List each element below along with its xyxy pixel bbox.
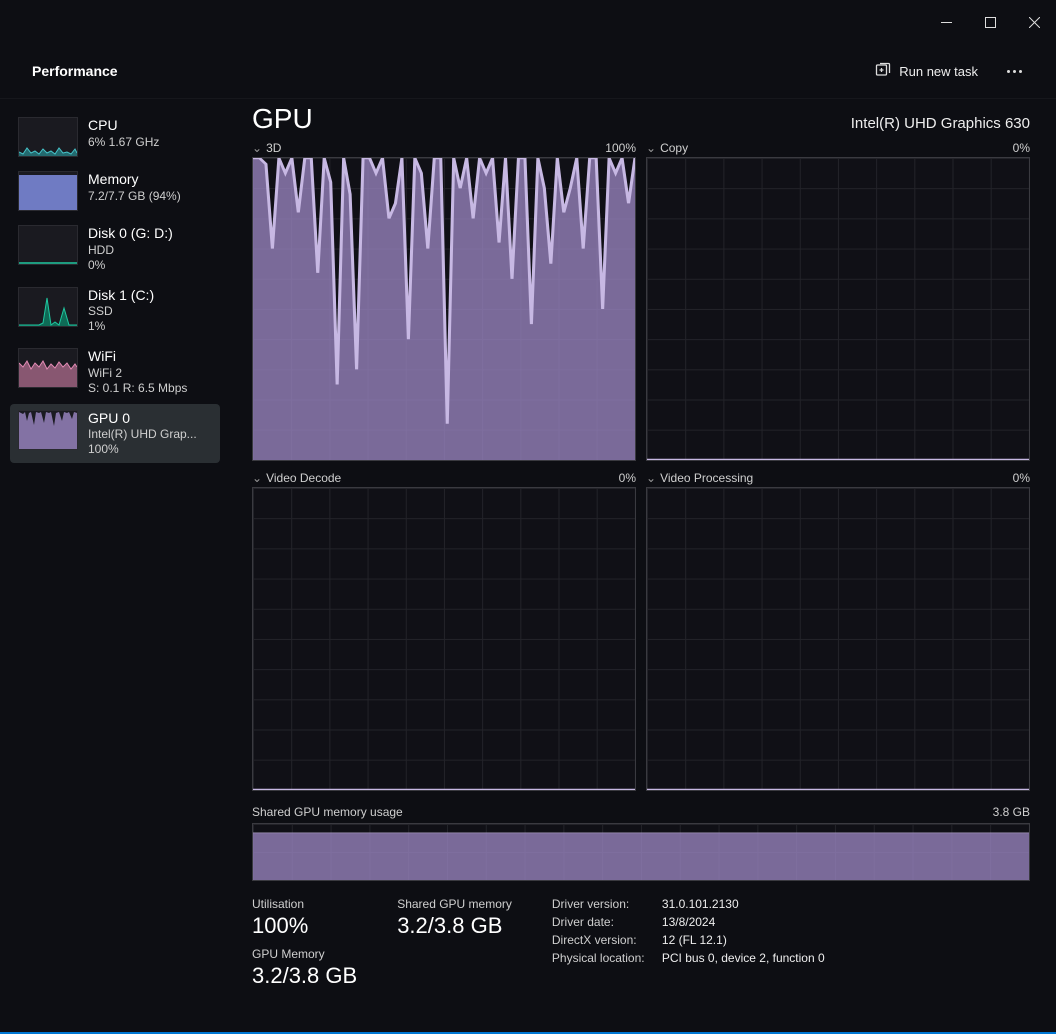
maximize-button[interactable]: [968, 0, 1012, 44]
utilisation-label: Utilisation: [252, 897, 357, 911]
minimize-button[interactable]: [924, 0, 968, 44]
sidebar-item-gpu0[interactable]: GPU 0 Intel(R) UHD Grap... 100%: [10, 404, 220, 464]
directx-key: DirectX version:: [552, 933, 662, 947]
gpu-memory-value: 3.2/3.8 GB: [252, 963, 357, 989]
chart-label[interactable]: Copy: [660, 141, 688, 155]
chart-video-processing-body: [646, 487, 1030, 791]
chart-video-processing: ⌄ Video Processing 0%: [646, 471, 1030, 791]
device-name: Intel(R) UHD Graphics 630: [851, 115, 1030, 132]
chart-label[interactable]: Video Processing: [660, 471, 753, 485]
chart-max: 0%: [619, 471, 636, 485]
sidebar-item-label: Disk 1 (C:): [88, 287, 154, 305]
gpu-memory-label: GPU Memory: [252, 947, 357, 961]
page-title: Performance: [32, 63, 118, 79]
physical-location-key: Physical location:: [552, 951, 662, 965]
directx-value: 12 (FL 12.1): [662, 933, 825, 947]
sidebar-item-sub: 7.2/7.7 GB (94%): [88, 189, 181, 204]
disk1-thumb: [18, 287, 78, 327]
sidebar-item-label: Disk 0 (G: D:): [88, 225, 173, 243]
chart-3d: ⌄ 3D 100%: [252, 141, 636, 461]
chevron-down-icon[interactable]: ⌄: [252, 471, 262, 485]
driver-version-key: Driver version:: [552, 897, 662, 911]
driver-date-key: Driver date:: [552, 915, 662, 929]
sidebar-item-label: GPU 0: [88, 410, 197, 428]
sidebar-item-sub: WiFi 2: [88, 366, 187, 381]
sidebar-item-sub: Intel(R) UHD Grap...: [88, 427, 197, 442]
sidebar-item-memory[interactable]: Memory 7.2/7.7 GB (94%): [10, 165, 220, 217]
shared-mem-max: 3.8 GB: [993, 805, 1030, 819]
sidebar-item-sub2: 1%: [88, 319, 154, 334]
run-new-task-button[interactable]: Run new task: [865, 56, 988, 87]
sidebar-item-cpu[interactable]: CPU 6% 1.67 GHz: [10, 111, 220, 163]
driver-date-value: 13/8/2024: [662, 915, 825, 929]
physical-location-value: PCI bus 0, device 2, function 0: [662, 951, 825, 965]
sidebar-item-sub2: 100%: [88, 442, 197, 457]
chart-label[interactable]: Video Decode: [266, 471, 341, 485]
shared-gpu-mem-value: 3.2/3.8 GB: [397, 913, 512, 939]
memory-thumb: [18, 171, 78, 211]
chevron-down-icon[interactable]: ⌄: [646, 471, 656, 485]
gpu0-thumb: [18, 410, 78, 450]
chart-copy-body: [646, 157, 1030, 461]
chart-video-decode-body: [252, 487, 636, 791]
chart-max: 100%: [605, 141, 636, 155]
shared-gpu-memory-chart: Shared GPU memory usage 3.8 GB: [252, 805, 1030, 881]
sidebar-item-disk1[interactable]: Disk 1 (C:) SSD 1%: [10, 281, 220, 341]
window-titlebar: [0, 0, 1056, 44]
sidebar-item-sub: 6% 1.67 GHz: [88, 135, 159, 150]
run-task-icon: [875, 62, 891, 81]
chart-video-decode: ⌄ Video Decode 0%: [252, 471, 636, 791]
main-title: GPU: [252, 103, 313, 135]
shared-gpu-mem-label: Shared GPU memory: [397, 897, 512, 911]
driver-version-value: 31.0.101.2130: [662, 897, 825, 911]
utilisation-value: 100%: [252, 913, 357, 939]
shared-mem-label: Shared GPU memory usage: [252, 805, 403, 819]
sidebar-item-label: WiFi: [88, 348, 187, 366]
header: Performance Run new task: [0, 44, 1056, 99]
run-new-task-label: Run new task: [899, 64, 978, 79]
chart-label[interactable]: 3D: [266, 141, 281, 155]
more-options-button[interactable]: [996, 53, 1032, 89]
chevron-down-icon[interactable]: ⌄: [252, 141, 262, 155]
sidebar: CPU 6% 1.67 GHz Memory 7.2/7.7 GB (94%): [0, 99, 230, 1034]
disk0-thumb: [18, 225, 78, 265]
sidebar-item-sub2: 0%: [88, 258, 173, 273]
sidebar-item-wifi[interactable]: WiFi WiFi 2 S: 0.1 R: 6.5 Mbps: [10, 342, 220, 402]
main-panel: GPU Intel(R) UHD Graphics 630 ⌄ 3D 100%: [230, 99, 1056, 1034]
wifi-thumb: [18, 348, 78, 388]
close-button[interactable]: [1012, 0, 1056, 44]
chart-copy: ⌄ Copy 0%: [646, 141, 1030, 461]
sidebar-item-sub2: S: 0.1 R: 6.5 Mbps: [88, 381, 187, 396]
chart-max: 0%: [1013, 141, 1030, 155]
chart-max: 0%: [1013, 471, 1030, 485]
stats-row: Utilisation 100% GPU Memory 3.2/3.8 GB S…: [252, 897, 1030, 997]
sidebar-item-label: CPU: [88, 117, 159, 135]
sidebar-item-disk0[interactable]: Disk 0 (G: D:) HDD 0%: [10, 219, 220, 279]
cpu-thumb: [18, 117, 78, 157]
chart-3d-body: [252, 157, 636, 461]
sidebar-item-label: Memory: [88, 171, 181, 189]
sidebar-item-sub: SSD: [88, 304, 154, 319]
chevron-down-icon[interactable]: ⌄: [646, 141, 656, 155]
sidebar-item-sub: HDD: [88, 243, 173, 258]
